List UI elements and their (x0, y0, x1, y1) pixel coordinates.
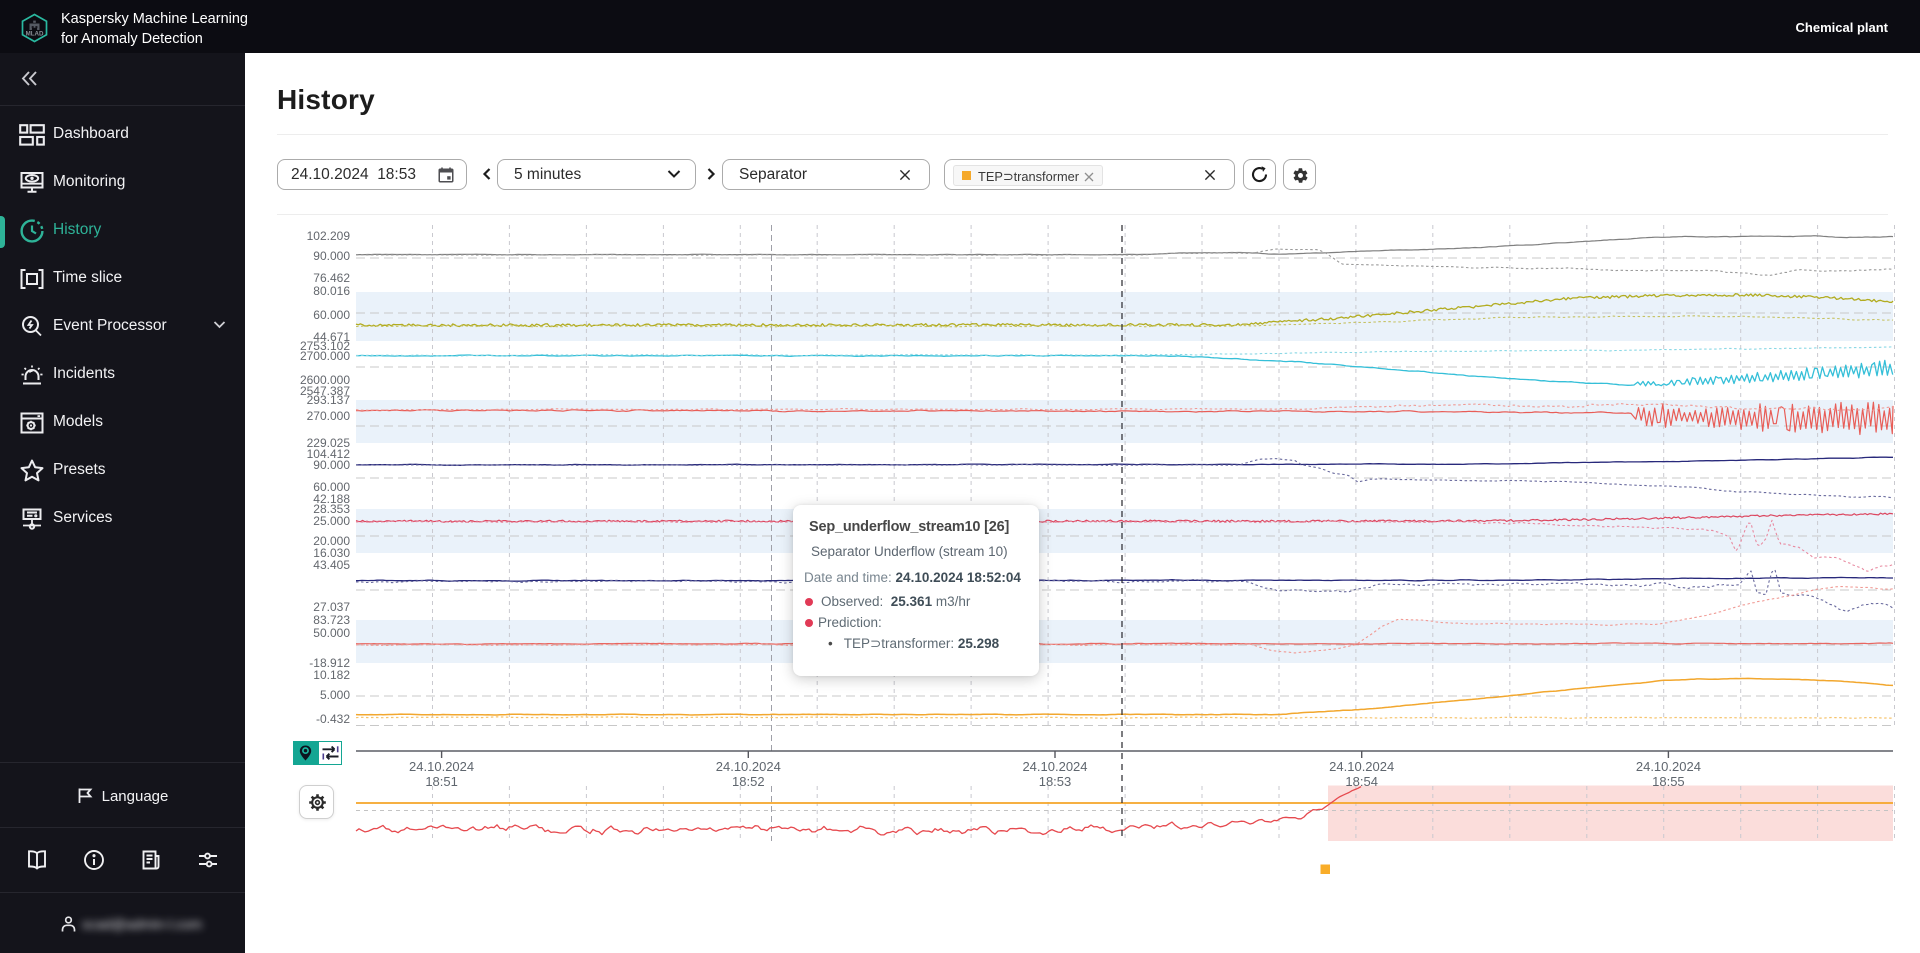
svg-text:18:53: 18:53 (1039, 774, 1072, 789)
svg-text:5.000: 5.000 (320, 688, 350, 702)
svg-text:102.209: 102.209 (307, 229, 351, 243)
svg-text:293.137: 293.137 (307, 393, 351, 407)
svg-text:-0.432: -0.432 (316, 712, 350, 726)
svg-text:24.10.2024: 24.10.2024 (409, 759, 474, 774)
svg-text:18:55: 18:55 (1652, 774, 1685, 789)
svg-text:18:52: 18:52 (732, 774, 765, 789)
svg-text:24.10.2024: 24.10.2024 (1022, 759, 1087, 774)
svg-text:90.000: 90.000 (313, 249, 350, 263)
svg-text:MLAD: MLAD (26, 31, 44, 38)
svg-text:270.000: 270.000 (307, 409, 351, 423)
svg-text:83.723: 83.723 (313, 613, 350, 627)
svg-text:80.016: 80.016 (313, 284, 350, 298)
svg-text:18:54: 18:54 (1345, 774, 1378, 789)
svg-text:24.10.2024: 24.10.2024 (1636, 759, 1701, 774)
svg-text:27.037: 27.037 (313, 600, 350, 614)
svg-text:10.182: 10.182 (313, 668, 350, 682)
svg-text:24.10.2024: 24.10.2024 (716, 759, 781, 774)
svg-text:76.462: 76.462 (313, 271, 350, 285)
svg-text:90.000: 90.000 (313, 458, 350, 472)
svg-text:50.000: 50.000 (313, 626, 350, 640)
svg-text:18:51: 18:51 (425, 774, 458, 789)
svg-text:43.405: 43.405 (313, 558, 350, 572)
svg-text:25.000: 25.000 (313, 514, 350, 528)
svg-text:24.10.2024: 24.10.2024 (1329, 759, 1394, 774)
svg-text:2700.000: 2700.000 (300, 349, 350, 363)
svg-text:60.000: 60.000 (313, 308, 350, 322)
